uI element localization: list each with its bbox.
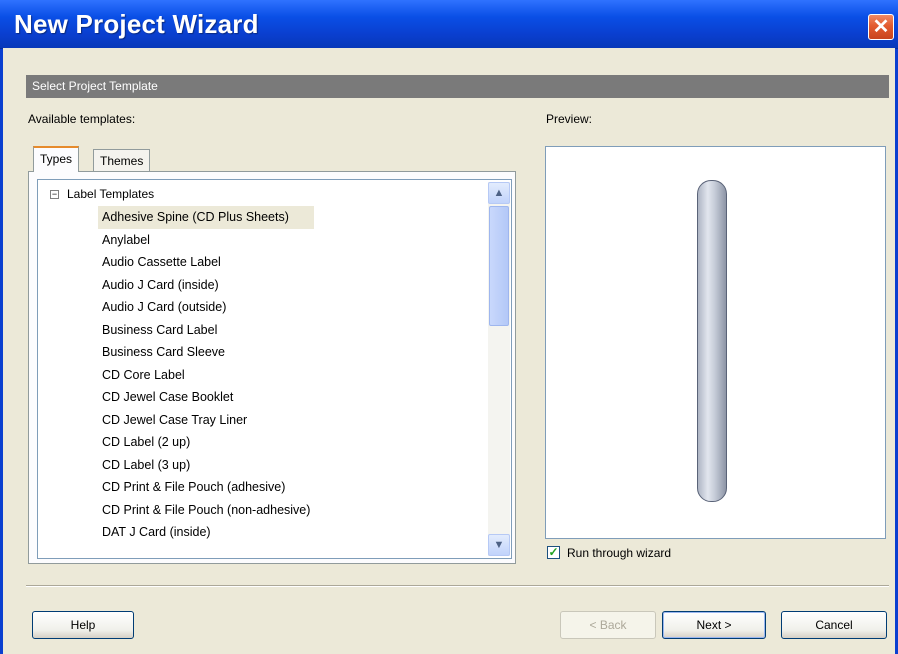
preview-label: Preview: [546, 112, 593, 126]
template-item[interactable]: Audio Cassette Label [98, 251, 314, 274]
tab-types[interactable]: Types [33, 146, 80, 172]
title-bar: New Project Wizard ✕ [0, 0, 898, 49]
scroll-up-button[interactable]: ▲ [488, 182, 510, 204]
cancel-button[interactable]: Cancel [781, 611, 887, 639]
template-item[interactable]: Business Card Label [98, 319, 314, 342]
tab-themes[interactable]: Themes [93, 149, 151, 171]
template-item[interactable]: CD Print & File Pouch (non-adhesive) [98, 499, 314, 522]
section-header: Select Project Template [26, 75, 889, 98]
template-preview [545, 146, 886, 539]
close-button[interactable]: ✕ [868, 14, 894, 40]
template-item[interactable]: CD Core Label [98, 364, 314, 387]
scroll-down-button[interactable]: ▼ [488, 534, 510, 556]
template-item[interactable]: CD Print & File Pouch (adhesive) [98, 476, 314, 499]
run-wizard-checkbox[interactable]: ✓ [547, 546, 560, 559]
checkmark-icon: ✓ [548, 545, 559, 559]
tree-root-label: Label Templates [67, 187, 155, 201]
chevron-up-icon: ▲ [493, 187, 505, 199]
template-item[interactable]: CD Label (2 up) [98, 431, 314, 454]
chevron-down-icon: ▼ [493, 539, 505, 551]
back-button[interactable]: < Back [560, 611, 656, 639]
help-button[interactable]: Help [32, 611, 134, 639]
tree-scrollbar[interactable]: ▲ ▼ [488, 182, 510, 556]
template-item[interactable]: Audio J Card (outside) [98, 296, 314, 319]
tree-root-node[interactable]: − Label Templates [50, 187, 154, 201]
close-icon: ✕ [872, 16, 890, 38]
next-button[interactable]: Next > [662, 611, 766, 639]
button-separator [26, 585, 889, 587]
template-item[interactable]: DAT J Card (inside) [98, 521, 314, 544]
template-item[interactable]: CD Jewel Case Tray Liner [98, 409, 314, 432]
available-templates-label: Available templates: [28, 112, 136, 126]
tree-collapse-icon[interactable]: − [50, 189, 59, 199]
template-tree[interactable]: − Label Templates Adhesive Spine (CD Plu… [37, 179, 512, 559]
template-item[interactable]: Adhesive Spine (CD Plus Sheets) [98, 206, 315, 229]
template-item[interactable]: CD Jewel Case Booklet [98, 386, 314, 409]
scroll-thumb[interactable] [489, 206, 509, 326]
window-title: New Project Wizard [14, 9, 259, 39]
run-wizard-label[interactable]: Run through wizard [567, 546, 671, 560]
template-list: Adhesive Spine (CD Plus Sheets) Anylabel… [98, 206, 315, 544]
preview-spine-image [697, 180, 727, 502]
template-item[interactable]: Anylabel [98, 229, 314, 252]
template-item[interactable]: Audio J Card (inside) [98, 274, 314, 297]
template-item[interactable]: CD Label (3 up) [98, 454, 314, 477]
template-item[interactable]: Business Card Sleeve [98, 341, 314, 364]
